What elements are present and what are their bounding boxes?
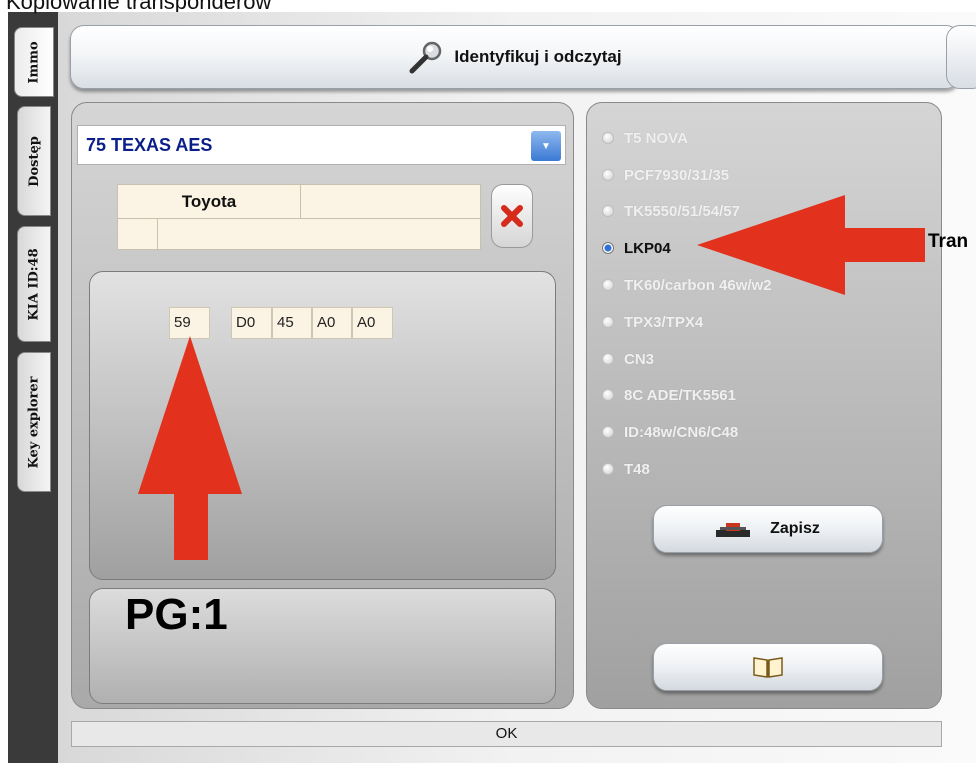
hex-field[interactable]: 45 <box>272 307 312 339</box>
hex-field[interactable]: A0 <box>352 307 393 339</box>
annotation-left-arrow <box>697 195 925 295</box>
right-panel <box>586 102 942 709</box>
radio-label: 8C ADE/TK5561 <box>624 386 736 404</box>
radio-button-icon <box>602 169 614 181</box>
hex-field[interactable]: A0 <box>312 307 352 339</box>
save-button[interactable]: Zapisz <box>653 505 883 553</box>
pg-label: PG:1 <box>125 590 228 639</box>
identify-read-label: Identyfikuj i odczytaj <box>454 47 622 66</box>
radio-label: PCF7930/31/35 <box>624 166 730 184</box>
tab-kia-id48[interactable]: KIA ID:48 <box>17 226 51 342</box>
radio-cn3[interactable]: CN3 <box>602 349 654 369</box>
radio-t48[interactable]: T48 <box>602 459 650 479</box>
vehicle-grid-cell[interactable] <box>118 219 158 251</box>
radio-button-icon <box>602 353 614 365</box>
radio-t5-nova[interactable]: T5 NOVA <box>602 128 688 148</box>
manual-button[interactable] <box>653 643 883 691</box>
radio-pcf7930[interactable]: PCF7930/31/35 <box>602 165 729 185</box>
hex-field-id[interactable]: 59 <box>169 307 210 339</box>
tab-immo[interactable]: Immo <box>14 27 54 97</box>
delete-button[interactable] <box>491 184 533 248</box>
tab-dostep[interactable]: Dostęp <box>17 106 51 216</box>
radio-tpx3[interactable]: TPX3/TPX4 <box>602 312 703 332</box>
radio-label: LKP04 <box>624 239 671 257</box>
radio-button-icon <box>602 132 614 144</box>
annotation-up-arrow <box>138 336 242 560</box>
magnifier-icon <box>409 41 442 74</box>
radio-button-icon <box>602 279 614 291</box>
save-tray-icon <box>716 523 751 537</box>
radio-id48w[interactable]: ID:48w/CN6/C48 <box>602 422 738 442</box>
radio-label: ID:48w/CN6/C48 <box>624 423 739 441</box>
save-label: Zapisz <box>770 520 820 537</box>
identify-read-button[interactable]: Identyfikuj i odczytaj <box>70 25 960 89</box>
tab-label: Dostęp <box>26 135 42 187</box>
radio-button-icon <box>602 389 614 401</box>
radio-8c-ade[interactable]: 8C ADE/TK5561 <box>602 385 736 405</box>
vehicle-grid: Toyota <box>117 184 482 251</box>
vehicle-make-cell[interactable]: Toyota <box>118 185 301 219</box>
radio-label: T48 <box>624 460 650 478</box>
secondary-top-button[interactable] <box>946 25 976 89</box>
radio-button-icon <box>602 463 614 475</box>
tab-label: KIA ID:48 <box>26 247 42 321</box>
annotation-text: Tran <box>928 231 969 252</box>
radio-button-icon <box>602 242 614 254</box>
radio-label: T5 NOVA <box>624 129 688 147</box>
dropdown-arrow-icon[interactable]: ▼ <box>531 131 561 161</box>
tab-key-explorer[interactable]: Key explorer <box>17 352 51 492</box>
transponder-select[interactable]: 75 TEXAS AES ▼ <box>77 125 566 165</box>
hex-field[interactable]: D0 <box>231 307 272 339</box>
status-bar: OK <box>71 721 942 747</box>
tab-label: Immo <box>26 40 42 84</box>
tab-label: Key explorer <box>26 375 42 469</box>
radio-button-icon <box>602 316 614 328</box>
transponder-select-value: 75 TEXAS AES <box>86 135 213 155</box>
radio-button-icon <box>602 426 614 438</box>
radio-label: CN3 <box>624 350 655 368</box>
book-icon <box>753 657 783 678</box>
vehicle-grid-cell[interactable] <box>301 185 482 219</box>
radio-label: TPX3/TPX4 <box>624 313 704 331</box>
radio-lkp04[interactable]: LKP04 <box>602 238 671 258</box>
radio-button-icon <box>602 205 614 217</box>
delete-x-icon <box>501 205 523 227</box>
